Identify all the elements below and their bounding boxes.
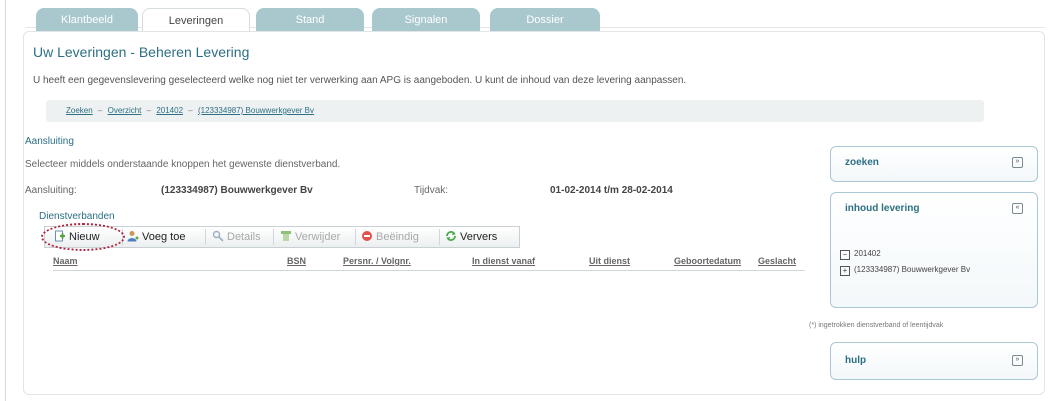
inhoud-levering-box: inhoud levering « −201402 + (123334987) B… [830, 192, 1038, 308]
footnote: (*) ingetrokken dienstverband of leentij… [809, 322, 944, 329]
details-button[interactable]: Details [212, 227, 261, 247]
tab-klantbeeld[interactable]: Klantbeeld [36, 8, 138, 32]
refresh-icon [446, 231, 456, 241]
magnifier-icon [212, 230, 224, 242]
column-persnr[interactable]: Persnr. / Volgnr. [343, 256, 411, 266]
breadcrumb-separator: – [146, 106, 152, 115]
toolbar-divider [205, 229, 206, 245]
voeg-toe-button[interactable]: Voeg toe [127, 227, 185, 247]
page-left-border [5, 0, 6, 401]
tab-dossier[interactable]: Dossier [490, 8, 600, 32]
details-label: Details [227, 231, 261, 243]
column-in-dienst[interactable]: In dienst vanaf [472, 256, 535, 266]
tijdvak-value: 01-02-2014 t/m 28-02-2014 [550, 185, 673, 196]
instruction-text: Selecteer middels onderstaande knoppen h… [25, 159, 341, 170]
zoeken-title: zoeken [845, 157, 879, 168]
breadcrumb-zoeken[interactable]: Zoeken [66, 106, 93, 115]
column-naam[interactable]: Naam [53, 256, 78, 266]
stop-icon [362, 231, 372, 241]
tree-node-label: (123334987) Bouwwerkgever Bv [854, 265, 971, 274]
breadcrumb-separator: – [188, 106, 193, 115]
beeindig-label: Beëindig [376, 231, 419, 243]
dienstverband-toolbar: Nieuw Voeg toe Details Verwijder Beëindi… [44, 226, 520, 248]
toolbar-divider [273, 229, 274, 245]
nieuw-button[interactable]: Nieuw [54, 227, 100, 247]
tree-node-period[interactable]: −201402 [840, 249, 881, 260]
tree-node-label: 201402 [854, 249, 881, 258]
tree-node-employer[interactable]: + (123334987) Bouwwerkgever Bv [840, 265, 970, 276]
column-geslacht[interactable]: Geslacht [758, 256, 796, 266]
tijdvak-label: Tijdvak: [414, 185, 449, 196]
inhoud-levering-title: inhoud levering [845, 203, 920, 214]
expand-icon[interactable]: » [1012, 157, 1023, 168]
verwijder-button[interactable]: Verwijder [280, 227, 340, 247]
add-person-icon [127, 231, 139, 242]
aansluiting-value: (123334987) Bouwwerkgever Bv [161, 185, 313, 196]
aansluiting-label: Aansluiting: [25, 185, 77, 196]
ververs-label: Ververs [460, 231, 498, 243]
ververs-button[interactable]: Ververs [445, 227, 497, 247]
column-geboortedatum[interactable]: Geboortedatum [674, 256, 741, 266]
new-document-icon [55, 230, 65, 242]
nieuw-label: Nieuw [69, 231, 100, 243]
breadcrumb-period[interactable]: 201402 [156, 106, 183, 115]
toolbar-divider [439, 229, 440, 245]
beeindig-button[interactable]: Beëindig [361, 227, 419, 247]
breadcrumb: Zoeken – Overzicht – 201402 – (123334987… [46, 100, 984, 122]
dienstverbanden-title: Dienstverbanden [39, 211, 115, 222]
hulp-box[interactable]: hulp » [830, 342, 1038, 380]
expand-icon[interactable]: » [1012, 355, 1023, 366]
tree-collapse-icon[interactable]: − [840, 250, 850, 260]
toolbar-divider [355, 229, 356, 245]
column-uit-dienst[interactable]: Uit dienst [589, 256, 630, 266]
toolbar-divider [122, 229, 123, 245]
tab-leveringen[interactable]: Leveringen [142, 8, 250, 33]
tab-stand[interactable]: Stand [256, 8, 364, 32]
breadcrumb-employer[interactable]: (123334987) Bouwwerkgever Bv [198, 106, 314, 115]
breadcrumb-separator: – [97, 106, 103, 115]
intro-text: U heeft een gegevenslevering geselecteer… [33, 75, 687, 86]
dienstverband-table-header: Naam BSN Persnr. / Volgnr. In dienst van… [53, 256, 805, 271]
verwijder-label: Verwijder [295, 231, 341, 243]
aansluiting-section-label: Aansluiting [25, 136, 74, 147]
tab-signalen[interactable]: Signalen [372, 8, 480, 32]
collapse-icon[interactable]: « [1012, 203, 1023, 214]
page-title: Uw Leveringen - Beheren Levering [33, 44, 250, 60]
delete-icon [281, 231, 291, 241]
column-bsn[interactable]: BSN [287, 256, 306, 266]
main-panel: Uw Leveringen - Beheren Levering U heeft… [23, 31, 1045, 395]
breadcrumb-overzicht[interactable]: Overzicht [108, 106, 142, 115]
voeg-toe-label: Voeg toe [142, 231, 186, 243]
zoeken-box[interactable]: zoeken » [830, 146, 1038, 182]
hulp-title: hulp [845, 355, 867, 366]
tree-expand-icon[interactable]: + [840, 266, 850, 276]
